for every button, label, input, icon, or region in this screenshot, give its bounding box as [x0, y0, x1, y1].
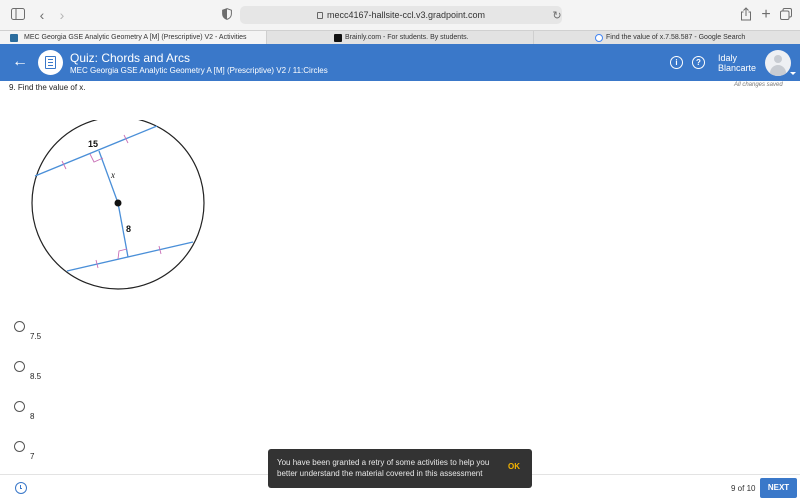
app-header: ← Quiz: Chords and Arcs MEC Georgia GSE …	[0, 44, 800, 81]
chevron-down-icon[interactable]	[790, 72, 796, 75]
gradpoint-favicon-icon	[10, 34, 18, 42]
option-label: 7	[30, 452, 35, 461]
save-status: All changes saved	[734, 82, 783, 88]
tab-google[interactable]: Find the value of x.7.58.587 - Google Se…	[534, 31, 800, 45]
circle-diagram: 15 x 8	[31, 120, 205, 290]
share-icon[interactable]	[738, 7, 754, 23]
answer-option-c[interactable]: 8	[14, 401, 134, 425]
address-bar[interactable]: mecc4167-hallsite-ccl.v3.gradpoint.com	[240, 6, 562, 24]
help-icon[interactable]: ?	[692, 56, 705, 69]
browser-toolbar: ‹ › mecc4167-hallsite-ccl.v3.gradpoint.c…	[0, 0, 800, 30]
option-label: 8	[30, 412, 35, 421]
back-arrow-icon[interactable]: ←	[12, 53, 28, 71]
lock-icon	[316, 12, 323, 19]
answer-option-b[interactable]: 8.5	[14, 361, 134, 385]
tab-brainly[interactable]: Brainly.com - For students. By students.	[267, 31, 534, 45]
question-text: 9. Find the value of x.	[9, 83, 86, 92]
url-text: mecc4167-hallsite-ccl.v3.gradpoint.com	[326, 10, 486, 20]
privacy-shield-icon[interactable]	[219, 7, 235, 23]
tab-overview-icon[interactable]	[778, 7, 794, 23]
tab-label: Find the value of x.7.58.587 - Google Se…	[606, 34, 746, 41]
radio-button[interactable]	[14, 321, 25, 332]
bottom-chord	[66, 241, 194, 272]
tab-strip: MEC Georgia GSE Analytic Geometry A [M] …	[0, 30, 800, 45]
quiz-logo-icon	[38, 50, 63, 75]
info-icon[interactable]: i	[670, 56, 683, 69]
user-first-name: Idaly	[718, 53, 738, 63]
toast-ok-button[interactable]: OK	[508, 462, 520, 471]
back-icon[interactable]: ‹	[34, 7, 50, 23]
user-name[interactable]: Idaly Blancarte	[718, 53, 756, 73]
option-label: 7.5	[30, 332, 42, 341]
page-title: Quiz: Chords and Arcs	[70, 51, 191, 65]
clock-icon[interactable]	[15, 482, 27, 494]
tab-gradpoint[interactable]: MEC Georgia GSE Analytic Geometry A [M] …	[0, 31, 267, 45]
top-chord	[34, 125, 158, 177]
next-button[interactable]: NEXT	[760, 478, 797, 498]
option-label: 8.5	[30, 372, 42, 381]
page: ‹ › mecc4167-hallsite-ccl.v3.gradpoint.c…	[0, 0, 800, 500]
label-8: 8	[126, 224, 131, 234]
reload-icon[interactable]: ↻	[549, 8, 565, 24]
label-x: x	[110, 170, 115, 180]
page-count: 9 of 10	[731, 484, 756, 493]
new-tab-icon[interactable]: +	[758, 7, 774, 23]
radio-button[interactable]	[14, 361, 25, 372]
avatar[interactable]	[765, 50, 791, 76]
retry-toast: You have been granted a retry of some ac…	[268, 449, 532, 488]
radio-button[interactable]	[14, 401, 25, 412]
tab-label: MEC Georgia GSE Analytic Geometry A [M] …	[24, 34, 247, 41]
breadcrumb: MEC Georgia GSE Analytic Geometry A [M] …	[70, 66, 328, 75]
center-point	[114, 199, 122, 207]
tab-label: Brainly.com - For students. By students.	[345, 34, 469, 41]
radio-button[interactable]	[14, 441, 25, 452]
sidebar-toggle-icon[interactable]	[10, 7, 26, 23]
answer-option-d[interactable]: 7	[14, 441, 134, 465]
forward-icon[interactable]: ›	[54, 7, 70, 23]
user-last-name: Blancarte	[718, 63, 757, 73]
answer-option-a[interactable]: 7.5	[14, 321, 134, 345]
brainly-favicon-icon	[334, 34, 342, 42]
toast-message: You have been granted a retry of some ac…	[277, 458, 490, 478]
google-favicon-icon	[595, 34, 603, 42]
label-15: 15	[88, 139, 98, 149]
